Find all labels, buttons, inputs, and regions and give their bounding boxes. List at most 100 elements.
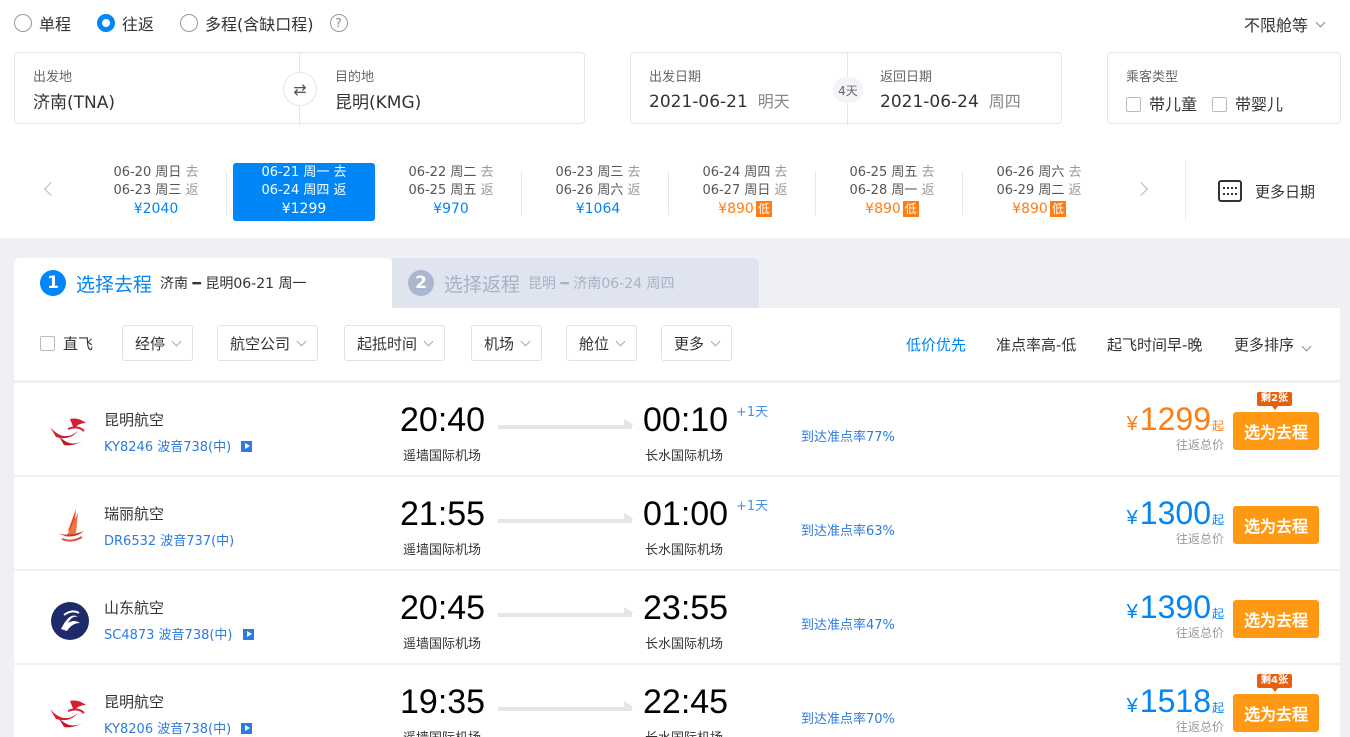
swap-icon[interactable]: ⇄ [283,72,317,106]
chevron-down-icon [296,336,307,346]
flight-info[interactable]: KY8206 波音738(中) [104,718,253,737]
back-tag: 返 [921,183,935,198]
infant-checkbox[interactable]: 带婴儿 [1212,91,1283,115]
go-date-line: 06-22 周二 去 [380,164,522,182]
date-price: ¥1299 [281,201,327,217]
currency: ¥ [1126,413,1138,435]
date-option[interactable]: 06-21 周一 去 06-24 周四 返 ¥1299 [233,163,375,221]
select-outbound-button[interactable]: 选为去程 [1233,506,1319,544]
dates-box: 出发日期 2021-06-21 明天 4天 返回日期 2021-06-24 周四 [630,52,1062,125]
date-price: ¥1064 [575,201,621,217]
price-note: 往返总价 [1175,626,1224,640]
flight-line [498,419,634,429]
chevron-right-icon[interactable] [1133,181,1149,197]
help-icon[interactable]: ? [329,14,348,32]
airline-name: 昆明航空 [104,411,165,429]
sort-lowest-price[interactable]: 低价优先 [906,334,966,355]
filter-label: 更多 [674,334,705,353]
sort-ontime[interactable]: 准点率高-低 [996,334,1076,355]
filter-cabin[interactable]: 舱位 [566,325,638,361]
back-date: 06-24 周四 [261,183,330,198]
departure-time: 20:45 [400,589,486,627]
step-number: 2 [408,270,434,296]
direct-label: 直飞 [63,335,94,353]
from-input[interactable]: 济南(TNA) [33,88,115,113]
go-date-line: 06-24 周四 去 [674,164,816,182]
date-option[interactable]: 06-20 周日 去 06-23 周三 返 ¥2040 [85,163,227,221]
arrival-airport: 长水国际机场 [645,449,724,464]
go-date: 06-25 周五 [849,165,918,180]
divider [521,171,522,215]
radio-label: 往返 [122,15,155,34]
remaining-seats-badge: 剩2张 [1257,392,1292,410]
cabin-select[interactable]: 不限舱等 [1244,12,1326,36]
trip-type-row: 单程 往返 多程(含缺口程) ? [14,10,1336,36]
back-date: 06-29 周二 [996,183,1065,198]
play-icon[interactable] [241,441,253,452]
filter-more[interactable]: 更多 [661,325,733,361]
back-date-line: 06-24 周四 返 [233,182,375,200]
airline-logo-icon [48,413,92,453]
flight-line [498,607,634,617]
more-dates-button[interactable]: 更多日期 [1185,160,1315,222]
checkbox-icon [1212,97,1227,112]
step-title: 选择返程 [444,273,521,296]
date-option[interactable]: 06-22 周二 去 06-25 周五 返 ¥970 [380,163,522,221]
play-icon[interactable] [242,629,254,640]
sort-more[interactable]: 更多排序 [1234,334,1312,355]
price: ¥1518起 [1127,683,1224,720]
price: ¥1299起 [1127,401,1224,438]
chevron-down-icon [710,336,721,346]
departure-time: 20:40 [400,401,486,439]
depart-date-input[interactable]: 2021-06-21 明天 [649,88,790,112]
chevron-down-icon [520,336,531,346]
date-option[interactable]: 06-24 周四 去 06-27 周日 返 ¥890 低 [674,163,816,221]
depart-label: 出发日期 [649,70,702,85]
ontime-rate[interactable]: 到达准点率63% [801,520,895,539]
chevron-left-icon[interactable] [43,181,59,197]
filter-airport[interactable]: 机场 [471,325,543,361]
play-icon[interactable] [241,723,253,734]
from-label: 出发地 [33,70,73,85]
filter-time[interactable]: 起抵时间 [344,325,446,361]
go-date-line: 06-26 周六 去 [968,164,1110,182]
back-date: 06-23 周三 [113,183,182,198]
select-outbound-button[interactable]: 选为去程 [1233,412,1319,450]
select-outbound-button[interactable]: 选为去程 [1233,600,1319,638]
tab-return[interactable]: 2 选择返程 昆明 ━ 济南06-24 周四 [392,258,759,308]
date-option[interactable]: 06-25 周五 去 06-28 周一 返 ¥890 低 [821,163,963,221]
back-date: 06-25 周五 [408,183,477,198]
arrival-airport: 长水国际机场 [645,543,724,558]
back-date-line: 06-25 周五 返 [380,182,522,200]
date-option[interactable]: 06-23 周三 去 06-26 周六 返 ¥1064 [527,163,669,221]
ontime-rate[interactable]: 到达准点率70% [801,708,895,727]
divider [815,171,816,215]
go-tag: 去 [480,165,494,180]
departure-time: 21:55 [400,495,486,533]
sort-departure[interactable]: 起飞时间早-晚 [1107,334,1202,355]
child-checkbox[interactable]: 带儿童 [1126,91,1197,115]
ontime-rate[interactable]: 到达准点率77% [801,426,895,445]
radio-oneway[interactable]: 单程 [14,11,71,35]
to-input[interactable]: 昆明(KMG) [335,88,421,113]
flight-info[interactable]: SC4873 波音738(中) [104,624,254,643]
price-value: 1299 [1139,401,1211,437]
filter-airline[interactable]: 航空公司 [217,325,319,361]
go-date: 06-20 周日 [113,165,182,180]
radio-multicity[interactable]: 多程(含缺口程) [180,11,314,35]
radio-roundtrip[interactable]: 往返 [97,11,154,35]
ontime-rate[interactable]: 到达准点率47% [801,614,895,633]
date-option[interactable]: 06-26 周六 去 06-29 周二 返 ¥890 低 [968,163,1110,221]
filter-stops[interactable]: 经停 [122,325,194,361]
flight-row: 瑞丽航空 DR6532 波音737(中) 21:55 遥墙国际机场 01:00 长水国际机… [14,477,1340,569]
step-title: 选择去程 [76,273,153,296]
select-outbound-button[interactable]: 选为去程 [1233,694,1319,732]
flight-info[interactable]: KY8246 波音738(中) [104,436,253,455]
filter-label: 起抵时间 [357,334,418,353]
direct-checkbox[interactable]: 直飞 [40,333,93,354]
return-date-input[interactable]: 2021-06-24 周四 [880,88,1021,112]
flight-row: 昆明航空 KY8246 波音738(中) 20:40 遥墙国际机场 00:10 长水国际机… [14,383,1340,475]
chevron-down-icon [423,336,434,346]
tab-outbound[interactable]: 1 选择去程 济南 ━ 昆明06-21 周一 [14,258,392,308]
flight-info[interactable]: DR6532 波音737(中) [104,530,234,549]
